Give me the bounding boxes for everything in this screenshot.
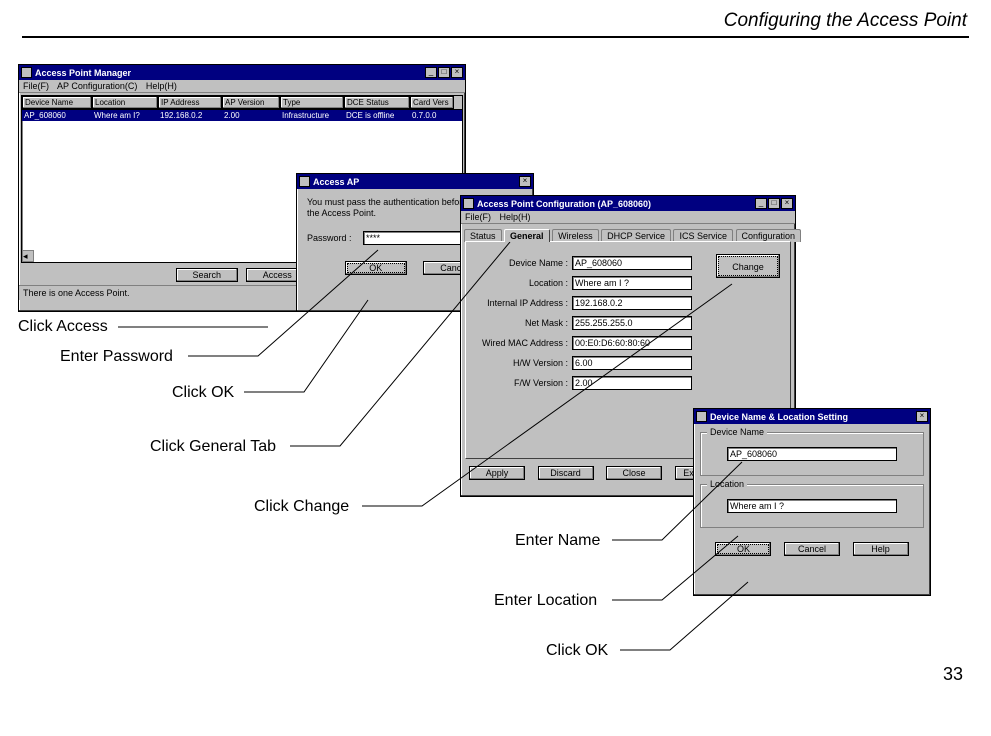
callout-click-general: Click General Tab <box>150 438 276 456</box>
field-location: Where am I ? <box>572 276 692 290</box>
col-dce[interactable]: DCE Status <box>344 96 410 109</box>
apc-tabs: Status General Wireless DHCP Service ICS… <box>461 228 795 241</box>
menu-file[interactable]: File(F) <box>23 81 49 91</box>
cell-devicename: AP_608060 <box>22 110 92 121</box>
password-label: Password : <box>307 233 363 243</box>
apc-title: Access Point Configuration (AP_608060) <box>477 199 754 209</box>
cell-apver: 2.00 <box>222 110 280 121</box>
dnl-name-caption: Device Name <box>707 427 767 437</box>
cell-dce: DCE is offline <box>344 110 410 121</box>
apc-close-button[interactable]: Close <box>606 466 662 480</box>
dnl-dialog: Device Name & Location Setting × Device … <box>693 408 931 596</box>
field-fwver: 2.00 <box>572 376 692 390</box>
menu-help[interactable]: Help(H) <box>146 81 177 91</box>
page-number: 33 <box>943 664 963 685</box>
callout-click-change: Click Change <box>254 498 349 516</box>
apc-menubar: File(F) Help(H) <box>461 211 795 224</box>
cell-cardver: 0.7.0.0 <box>410 110 454 121</box>
menu-help[interactable]: Help(H) <box>500 212 531 222</box>
dnl-name-group: Device Name AP_608060 <box>700 432 924 476</box>
callout-enter-name: Enter Name <box>515 532 600 550</box>
minimize-icon[interactable]: _ <box>755 198 767 209</box>
field-netmask: 255.255.255.0 <box>572 316 692 330</box>
field-devicename: AP_608060 <box>572 256 692 270</box>
col-devicename[interactable]: Device Name <box>22 96 92 109</box>
callout-enter-password: Enter Password <box>60 348 173 366</box>
label-location: Location : <box>472 278 572 288</box>
app-icon <box>299 176 310 187</box>
header-rule <box>22 36 969 38</box>
apm-menubar: File(F) AP Configuration(C) Help(H) <box>19 80 465 93</box>
minimize-icon[interactable]: _ <box>425 67 437 78</box>
access-ap-ok-button[interactable]: OK <box>345 261 407 275</box>
label-internalip: Internal IP Address : <box>472 298 572 308</box>
col-type[interactable]: Type <box>280 96 344 109</box>
dnl-location-input[interactable]: Where am I ? <box>727 499 897 513</box>
field-wiredmac: 00:E0:D6:60:80:60 <box>572 336 692 350</box>
col-apver[interactable]: AP Version <box>222 96 280 109</box>
apc-titlebar: Access Point Configuration (AP_608060) _… <box>461 196 795 211</box>
callout-click-access: Click Access <box>18 318 108 336</box>
cell-ip: 192.168.0.2 <box>158 110 222 121</box>
col-ip[interactable]: IP Address <box>158 96 222 109</box>
cell-type: Infrastructure <box>280 110 344 121</box>
page-header: Configuring the Access Point <box>724 10 967 32</box>
label-fwver: F/W Version : <box>472 378 572 388</box>
apm-table-header: Device Name Location IP Address AP Versi… <box>22 96 462 110</box>
dnl-name-input[interactable]: AP_608060 <box>727 447 897 461</box>
app-icon <box>21 67 32 78</box>
close-icon[interactable]: × <box>781 198 793 209</box>
access-ap-title: Access AP <box>313 177 518 187</box>
apm-titlebar: Access Point Manager _ □ × <box>19 65 465 80</box>
app-icon <box>463 198 474 209</box>
table-row[interactable]: AP_608060 Where am I? 192.168.0.2 2.00 I… <box>22 110 462 121</box>
field-internalip: 192.168.0.2 <box>572 296 692 310</box>
label-hwver: H/W Version : <box>472 358 572 368</box>
apm-title: Access Point Manager <box>35 68 424 78</box>
callout-enter-location: Enter Location <box>494 592 597 610</box>
maximize-icon[interactable]: □ <box>768 198 780 209</box>
menu-file[interactable]: File(F) <box>465 212 491 222</box>
menu-apconfig[interactable]: AP Configuration(C) <box>57 81 137 91</box>
apply-button[interactable]: Apply <box>469 466 525 480</box>
access-ap-titlebar: Access AP × <box>297 174 533 189</box>
search-button[interactable]: Search <box>176 268 238 282</box>
dnl-ok-button[interactable]: OK <box>715 542 771 556</box>
discard-button[interactable]: Discard <box>538 466 594 480</box>
dnl-titlebar: Device Name & Location Setting × <box>694 409 930 424</box>
dnl-button-row: OK Cancel Help <box>694 536 930 562</box>
dnl-location-group: Location Where am I ? <box>700 484 924 528</box>
callout-click-ok-2: Click OK <box>546 642 608 660</box>
cell-location: Where am I? <box>92 110 158 121</box>
callout-click-ok: Click OK <box>172 384 234 402</box>
col-cardver[interactable]: Card Vers <box>410 96 454 109</box>
label-wiredmac: Wired MAC Address : <box>472 338 572 348</box>
label-netmask: Net Mask : <box>472 318 572 328</box>
change-button[interactable]: Change <box>716 254 780 278</box>
scroll-left-icon[interactable]: ◂ <box>22 250 34 262</box>
dnl-title: Device Name & Location Setting <box>710 412 915 422</box>
app-icon <box>696 411 707 422</box>
close-icon[interactable]: × <box>451 67 463 78</box>
close-icon[interactable]: × <box>519 176 531 187</box>
tab-general[interactable]: General <box>504 229 550 242</box>
col-location[interactable]: Location <box>92 96 158 109</box>
field-hwver: 6.00 <box>572 356 692 370</box>
close-icon[interactable]: × <box>916 411 928 422</box>
maximize-icon[interactable]: □ <box>438 67 450 78</box>
dnl-location-caption: Location <box>707 479 747 489</box>
dnl-help-button[interactable]: Help <box>853 542 909 556</box>
label-devicename: Device Name : <box>472 258 572 268</box>
dnl-cancel-button[interactable]: Cancel <box>784 542 840 556</box>
